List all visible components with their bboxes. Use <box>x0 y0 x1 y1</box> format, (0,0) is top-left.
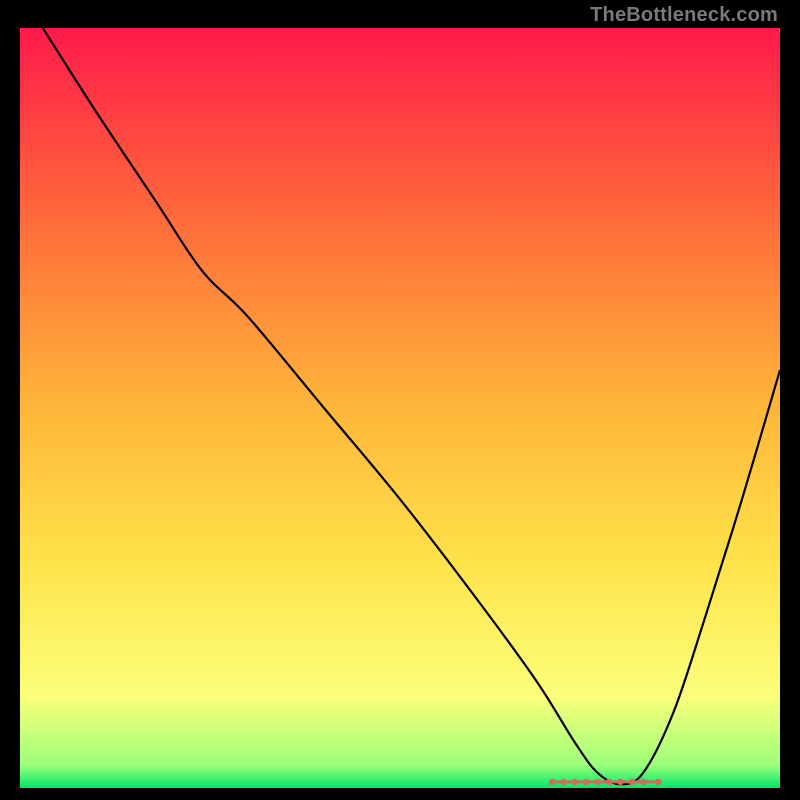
chart-marker <box>617 779 623 785</box>
chart-marker <box>655 779 661 785</box>
chart-marker <box>549 779 555 785</box>
chart-marker <box>640 779 646 785</box>
chart-marker <box>560 779 566 785</box>
chart-background <box>20 28 780 788</box>
chart-marker <box>572 779 578 785</box>
watermark-text: TheBottleneck.com <box>590 4 778 27</box>
chart-marker <box>606 779 612 785</box>
chart-marker <box>594 779 600 785</box>
chart-frame <box>20 28 780 788</box>
chart-marker <box>629 779 635 785</box>
bottleneck-chart <box>20 28 780 788</box>
chart-marker <box>583 779 589 785</box>
